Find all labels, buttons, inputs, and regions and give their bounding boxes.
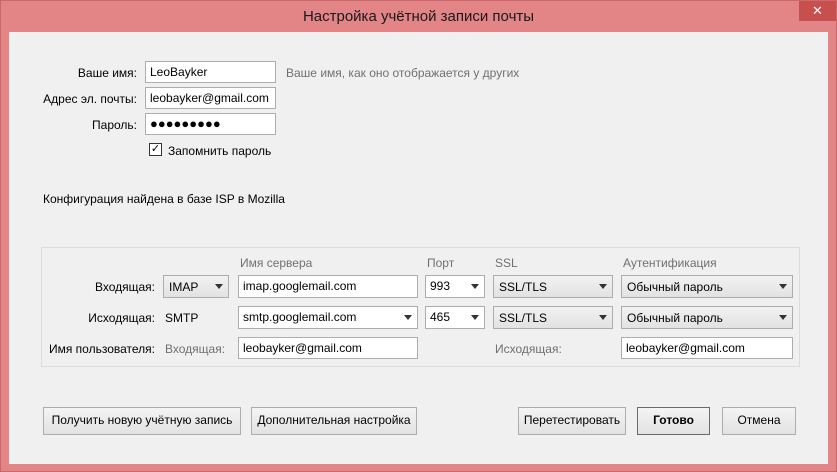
chevron-down-icon: [779, 284, 787, 289]
incoming-username-input[interactable]: leobayker@gmail.com: [238, 337, 418, 359]
incoming-ssl-select[interactable]: SSL/TLS: [493, 275, 613, 298]
config-status: Конфигурация найдена в базе ISP в Mozill…: [43, 192, 285, 206]
username-outgoing-label: Исходящая:: [495, 342, 562, 356]
incoming-port-value: 993: [430, 279, 451, 293]
password-label: Пароль:: [92, 118, 137, 132]
port-column-header: Порт: [427, 256, 455, 270]
advanced-config-button[interactable]: Дополнительная настройка: [251, 407, 417, 435]
chevron-down-icon: [599, 284, 607, 289]
title-bar: Настройка учётной записи почты ✕: [1, 1, 836, 32]
done-button[interactable]: Готово: [637, 407, 710, 435]
chevron-down-icon: [471, 315, 479, 320]
email-label: Адрес эл. почты:: [43, 92, 137, 106]
chevron-down-icon: [404, 315, 412, 320]
username-label: Имя пользователя:: [48, 342, 155, 356]
close-button[interactable]: ✕: [799, 1, 836, 21]
incoming-port-combo[interactable]: 993: [425, 275, 485, 298]
email-input[interactable]: leobayker@gmail.com: [145, 87, 276, 109]
password-input[interactable]: ●●●●●●●●●: [145, 113, 276, 135]
remember-password-label: Запомнить пароль: [168, 144, 272, 158]
chevron-down-icon: [471, 284, 479, 289]
outgoing-port-combo[interactable]: 465: [425, 306, 485, 329]
incoming-auth-select[interactable]: Обычный пароль: [621, 275, 793, 298]
incoming-server-input[interactable]: imap.googlemail.com: [238, 275, 418, 298]
outgoing-server-combo[interactable]: smtp.googlemail.com: [238, 306, 418, 329]
outgoing-auth-value: Обычный пароль: [627, 311, 723, 325]
outgoing-label: Исходящая:: [88, 311, 155, 325]
username-incoming-label: Входящая:: [165, 342, 226, 356]
chevron-down-icon: [779, 315, 787, 320]
incoming-protocol-select[interactable]: IMAP: [163, 275, 229, 298]
server-settings-group: Имя сервера Порт SSL Аутентификация Вход…: [41, 247, 800, 367]
chevron-down-icon: [599, 315, 607, 320]
incoming-label: Входящая:: [94, 280, 155, 294]
new-account-button[interactable]: Получить новую учётную запись: [43, 407, 241, 435]
checkmark-icon: ✓: [150, 143, 161, 155]
outgoing-protocol: SMTP: [165, 311, 199, 325]
outgoing-server-value: smtp.googlemail.com: [243, 310, 357, 324]
incoming-auth-value: Обычный пароль: [627, 280, 723, 294]
close-icon: ✕: [812, 3, 823, 18]
outgoing-ssl-select[interactable]: SSL/TLS: [493, 306, 613, 329]
cancel-button[interactable]: Отмена: [722, 407, 796, 435]
chevron-down-icon: [215, 284, 223, 289]
ssl-column-header: SSL: [495, 256, 518, 270]
retest-button[interactable]: Перетестировать: [518, 407, 626, 435]
outgoing-username-input[interactable]: leobayker@gmail.com: [621, 337, 793, 359]
remember-password-checkbox[interactable]: ✓: [149, 143, 162, 156]
outgoing-ssl-value: SSL/TLS: [499, 311, 548, 325]
incoming-ssl-value: SSL/TLS: [499, 280, 548, 294]
incoming-protocol-value: IMAP: [169, 280, 199, 294]
name-label: Ваше имя:: [77, 66, 137, 80]
auth-column-header: Аутентификация: [623, 256, 717, 270]
window-title: Настройка учётной записи почты: [302, 8, 535, 25]
server-column-header: Имя сервера: [240, 256, 313, 270]
name-input[interactable]: LeoBayker: [145, 61, 276, 83]
name-hint: Ваше имя, как оно отображается у других: [286, 66, 520, 80]
outgoing-port-value: 465: [430, 310, 451, 324]
outgoing-auth-select[interactable]: Обычный пароль: [621, 306, 793, 329]
dialog-content: Ваше имя: LeoBayker Ваше имя, как оно от…: [9, 32, 828, 464]
account-setup-dialog: Настройка учётной записи почты ✕ Ваше им…: [0, 0, 837, 472]
